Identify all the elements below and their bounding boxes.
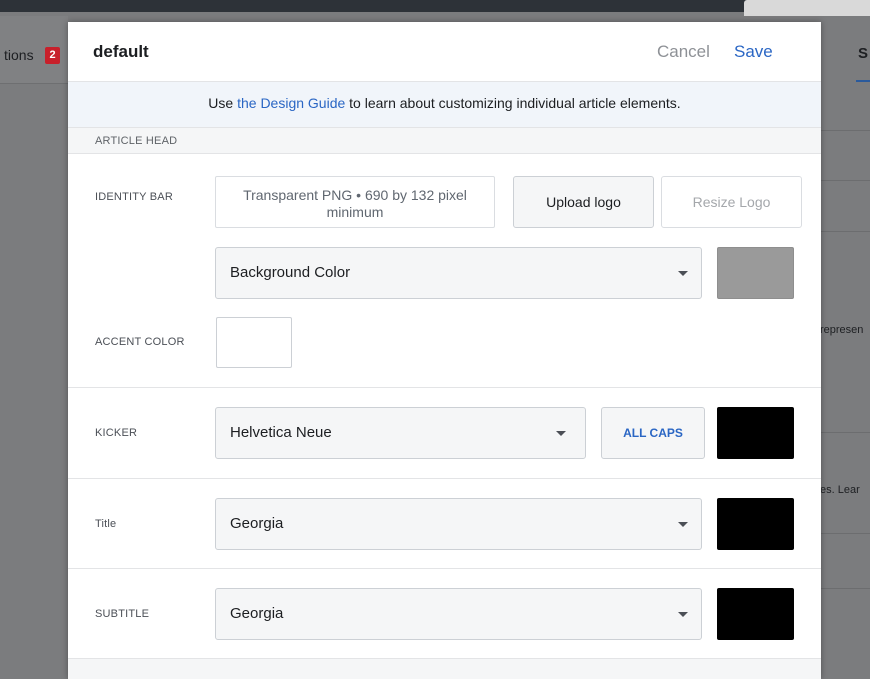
background-divider bbox=[821, 130, 870, 131]
accent-color-label: ACCENT COLOR bbox=[95, 336, 185, 348]
kicker-color-swatch[interactable] bbox=[717, 407, 794, 459]
background-tab-underline bbox=[856, 80, 870, 82]
subtitle-label: SUBTITLE bbox=[95, 608, 150, 620]
banner-prefix: Use bbox=[208, 95, 238, 111]
accent-color-swatch[interactable] bbox=[216, 317, 292, 368]
identity-bar-label: IDENTITY BAR bbox=[95, 191, 173, 203]
background-left-panel bbox=[0, 16, 68, 679]
design-guide-banner: Use the Design Guide to learn about cust… bbox=[68, 82, 821, 128]
subtitle-font-value: Georgia bbox=[230, 605, 284, 622]
background-text-snippet: represen bbox=[820, 324, 864, 336]
chevron-down-icon bbox=[678, 522, 688, 527]
background-right-tab: S bbox=[858, 45, 869, 62]
modal-header: default Cancel Save bbox=[68, 22, 821, 82]
top-bar-tab bbox=[744, 0, 870, 16]
kicker-font-value: Helvetica Neue bbox=[230, 424, 332, 441]
cancel-button[interactable]: Cancel bbox=[657, 42, 710, 62]
row-divider bbox=[68, 387, 821, 388]
title-label: Title bbox=[95, 518, 117, 530]
row-divider bbox=[68, 478, 821, 479]
background-tab-label: tions bbox=[4, 47, 34, 63]
logo-dropzone[interactable]: Transparent PNG • 690 by 132 pixel minim… bbox=[215, 176, 495, 228]
notification-badge: 2 bbox=[45, 47, 60, 64]
chevron-down-icon bbox=[556, 431, 566, 436]
next-row-peek bbox=[68, 659, 821, 679]
banner-suffix: to learn about customizing individual ar… bbox=[345, 95, 681, 111]
background-color-select[interactable]: Background Color bbox=[215, 247, 702, 299]
upload-logo-button[interactable]: Upload logo bbox=[513, 176, 654, 228]
title-font-select[interactable]: Georgia bbox=[215, 498, 702, 550]
background-divider bbox=[821, 588, 870, 589]
background-divider bbox=[821, 533, 870, 534]
chevron-down-icon bbox=[678, 612, 688, 617]
title-font-value: Georgia bbox=[230, 515, 284, 532]
background-right-panel bbox=[821, 16, 870, 679]
row-divider bbox=[68, 568, 821, 569]
modal-title: default bbox=[93, 42, 149, 61]
background-color-swatch[interactable] bbox=[717, 247, 794, 299]
background-divider bbox=[821, 180, 870, 181]
all-caps-toggle[interactable]: ALL CAPS bbox=[601, 407, 705, 459]
kicker-label: KICKER bbox=[95, 427, 138, 439]
top-bar bbox=[0, 0, 870, 12]
subtitle-color-swatch[interactable] bbox=[717, 588, 794, 640]
background-color-select-value: Background Color bbox=[230, 264, 351, 281]
title-color-swatch[interactable] bbox=[717, 498, 794, 550]
save-button[interactable]: Save bbox=[734, 42, 773, 62]
design-guide-link[interactable]: the Design Guide bbox=[237, 95, 345, 111]
background-divider bbox=[821, 231, 870, 232]
background-text-snippet: es. Lear bbox=[820, 484, 860, 496]
background-divider bbox=[821, 432, 870, 433]
subtitle-font-select[interactable]: Georgia bbox=[215, 588, 702, 640]
kicker-font-select[interactable]: Helvetica Neue bbox=[215, 407, 586, 459]
resize-logo-button[interactable]: Resize Logo bbox=[661, 176, 802, 228]
style-editor-modal: default Cancel Save Use the Design Guide… bbox=[68, 22, 821, 679]
section-header-article-head: ARTICLE HEAD bbox=[68, 128, 821, 154]
chevron-down-icon bbox=[678, 271, 688, 276]
